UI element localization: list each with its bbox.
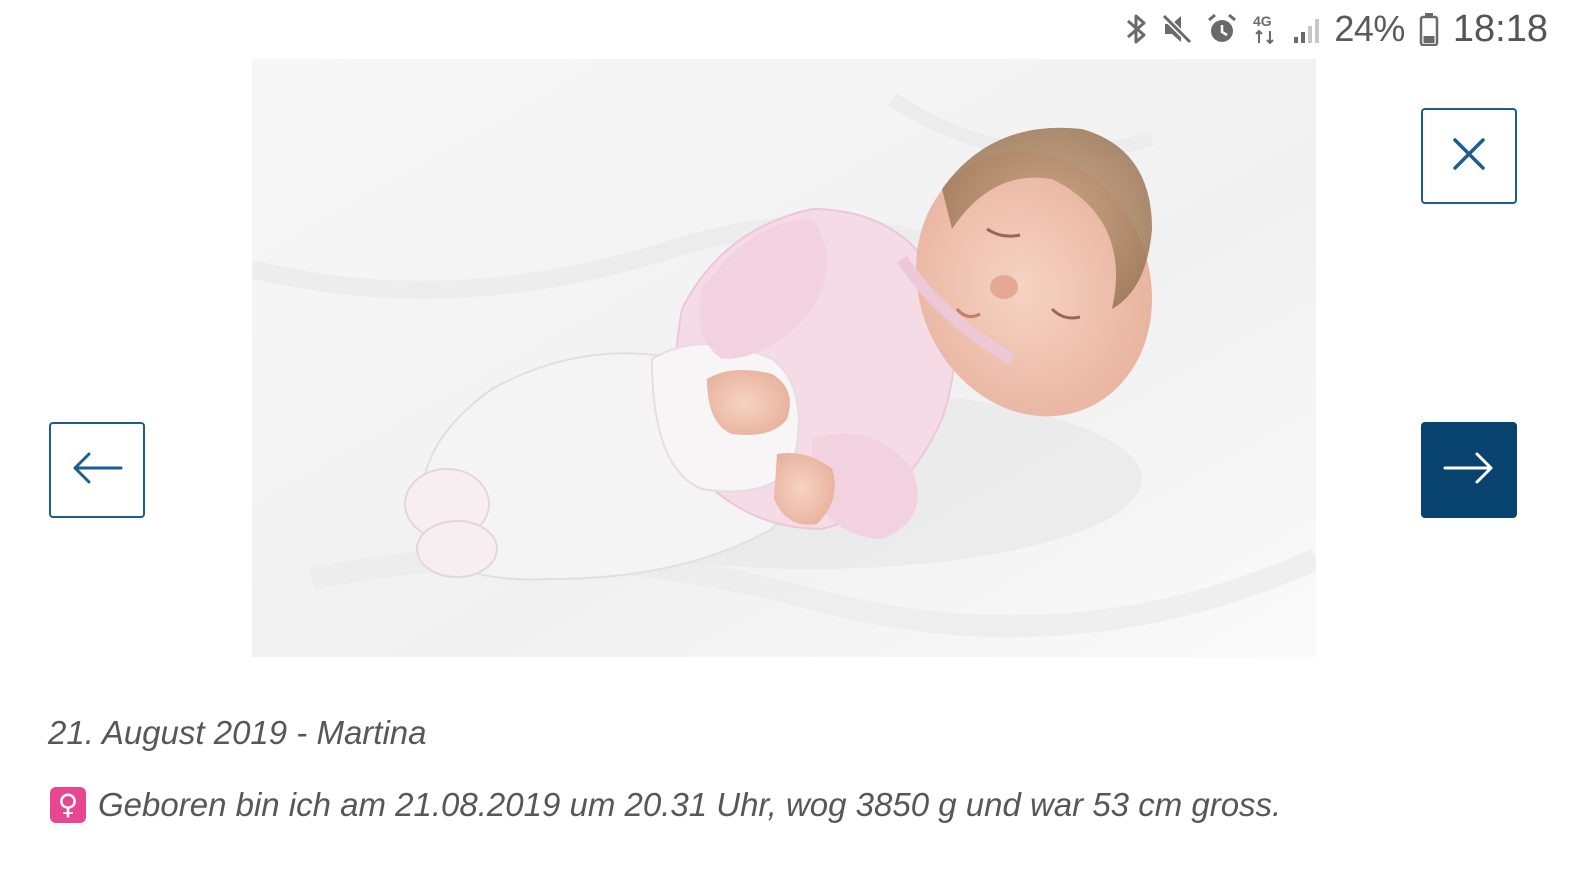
next-button[interactable] [1421,422,1517,518]
bluetooth-icon [1124,11,1148,47]
alarm-icon [1206,13,1238,45]
network-label: 4G [1253,13,1272,29]
arrow-right-icon [1443,450,1495,491]
previous-button[interactable] [49,422,145,518]
network-4g-icon: 4G [1252,13,1278,45]
battery-percent: 24% [1334,8,1405,49]
female-icon: ♀ [50,787,86,823]
close-icon [1449,134,1489,179]
battery-icon [1419,12,1439,46]
signal-icon [1292,14,1320,44]
mute-icon [1162,13,1193,45]
close-button[interactable] [1421,108,1517,204]
baby-photo [252,59,1316,657]
status-bar: 4G 24% 18:18 [1124,6,1548,52]
birth-details-text: Geboren bin ich am 21.08.2019 um 20.31 U… [98,786,1282,823]
arrow-left-icon [71,450,123,491]
birth-description: ♀ Geboren bin ich am 21.08.2019 um 20.31… [50,786,1281,824]
clock: 18:18 [1452,7,1548,50]
photo-caption: 21. August 2019 - Martina [48,714,427,751]
